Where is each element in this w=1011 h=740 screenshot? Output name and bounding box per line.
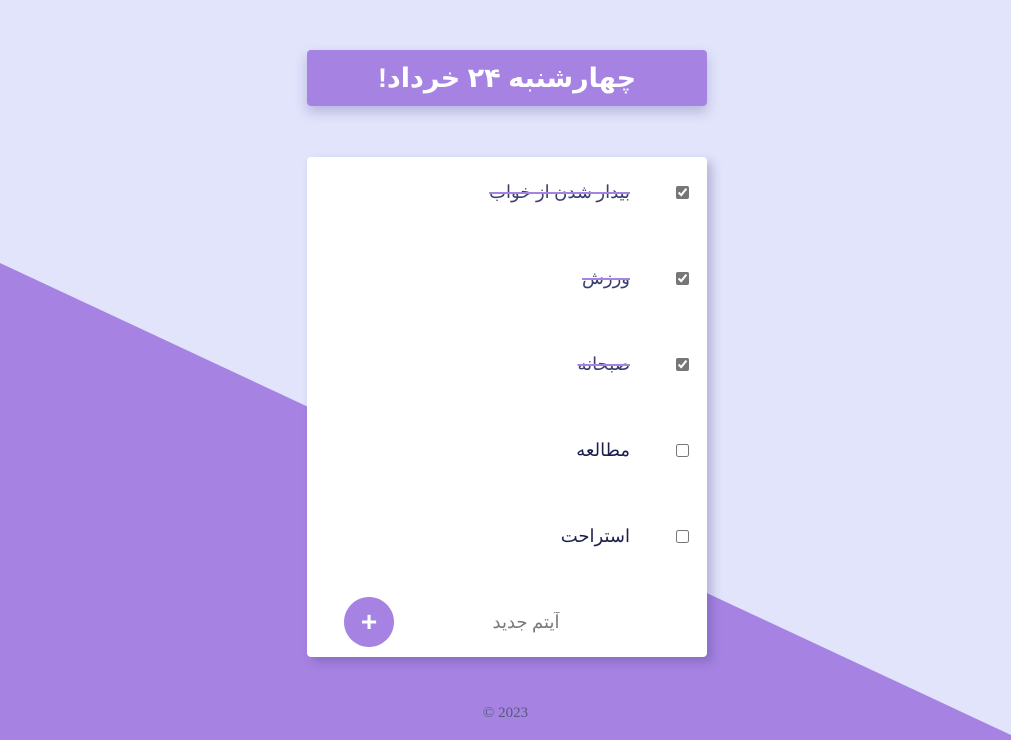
todo-item[interactable]: استراحت: [389, 521, 689, 551]
todo-item-label: استراحت: [560, 525, 630, 546]
todo-item-label: ورزش: [581, 267, 630, 288]
todo-item[interactable]: بیدار شدن از خواب: [389, 177, 689, 207]
todo-item-label: صبحانه: [577, 353, 630, 374]
todo-item-label: بیدار شدن از خواب: [489, 181, 630, 202]
todo-item[interactable]: ورزش: [389, 263, 689, 293]
todo-card: بیدار شدن از خواب ورزش صبحانه مطالعه است…: [307, 157, 707, 657]
todo-checkbox[interactable]: [676, 529, 689, 543]
add-item-button[interactable]: +: [344, 597, 394, 647]
todo-checkbox[interactable]: [676, 357, 689, 371]
todo-checkbox[interactable]: [676, 185, 689, 199]
new-item-input[interactable]: [414, 606, 638, 638]
todo-item-label: مطالعه: [576, 439, 630, 460]
page-title: چهارشنبه ۲۴ خرداد!: [377, 62, 637, 93]
new-item-form: +: [344, 597, 684, 647]
date-header: چهارشنبه ۲۴ خرداد!: [307, 50, 707, 106]
plus-icon: +: [360, 606, 378, 637]
todo-checkbox[interactable]: [676, 271, 689, 285]
todo-item[interactable]: صبحانه: [389, 349, 689, 379]
todo-checkbox[interactable]: [676, 443, 689, 457]
footer-copyright: © 2023: [482, 705, 529, 721]
todo-item[interactable]: مطالعه: [389, 435, 689, 465]
